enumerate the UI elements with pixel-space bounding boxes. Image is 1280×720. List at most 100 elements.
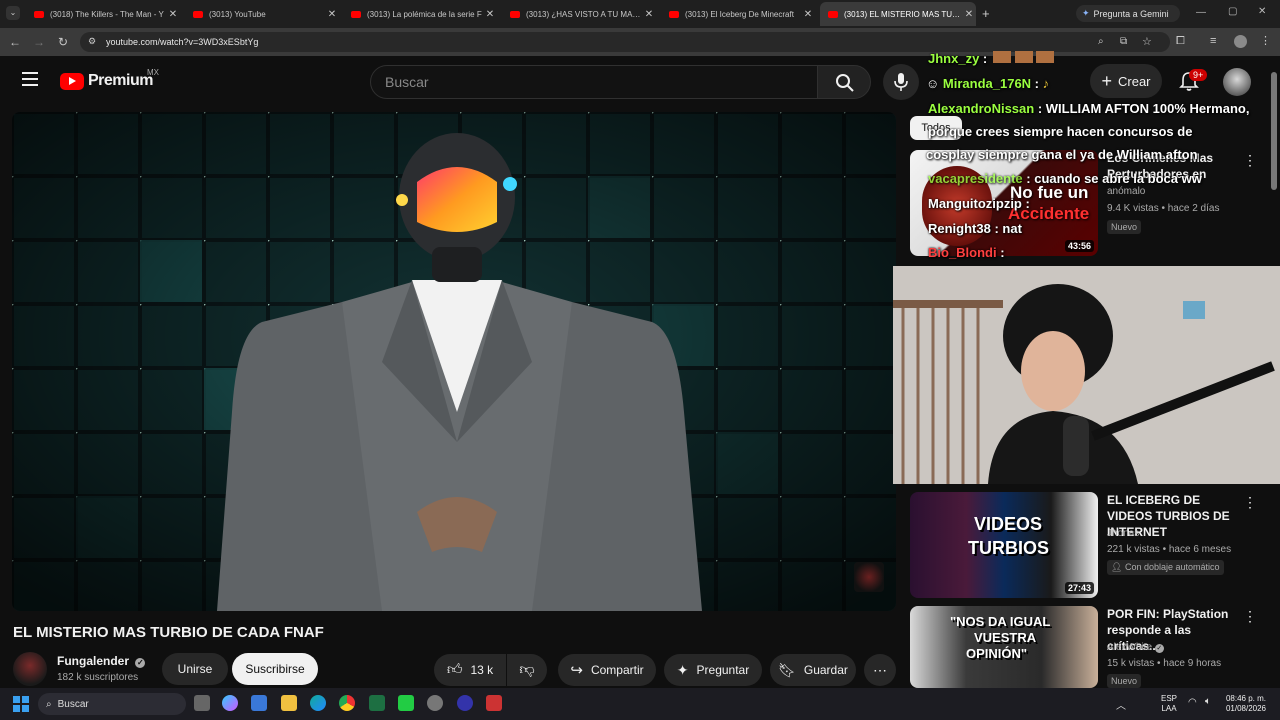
video-player[interactable] (12, 112, 896, 611)
tab-search-button[interactable]: ⌄ (6, 6, 20, 20)
video-duration: 43:56 (1064, 240, 1094, 252)
cast-icon[interactable]: ⧉ (1120, 36, 1127, 47)
channel-watermark[interactable] (854, 562, 884, 592)
extensions-icon[interactable]: ⧠ (1176, 35, 1185, 48)
close-window-button[interactable]: ✕ (1258, 6, 1270, 17)
browser-tab-strip: ⌄ (3018) The Killers - The Man - Y ✕ (301… (0, 0, 1280, 28)
browser-tab-active[interactable]: (3013) EL MISTERIO MAS TURB ✕ (820, 2, 976, 26)
thumbs-up-icon: 👍︎ (446, 661, 463, 678)
dislike-button[interactable]: 👎︎ (507, 654, 547, 686)
search-input[interactable]: Buscar (370, 65, 818, 99)
browser-tab[interactable]: (3013) La polémica de la serie F ✕ (343, 2, 497, 26)
close-tab-icon[interactable]: ✕ (962, 9, 976, 20)
back-icon[interactable]: ← (6, 33, 24, 51)
browser-menu-icon[interactable]: ⋮ (1260, 34, 1271, 47)
profile-avatar-icon[interactable] (1234, 35, 1247, 48)
store-icon[interactable] (251, 695, 267, 711)
share-button[interactable]: ↪ Compartir (558, 654, 656, 686)
youtube-logo[interactable]: Premium (60, 72, 153, 90)
close-tab-icon[interactable]: ✕ (642, 9, 656, 20)
task-view-icon[interactable] (194, 695, 210, 711)
app-icon[interactable] (486, 695, 502, 711)
maximize-window-button[interactable]: ▢ (1228, 6, 1240, 17)
region-label: MX (147, 68, 159, 77)
site-info-icon[interactable]: ⚙ (88, 36, 96, 47)
language-indicator[interactable]: ESP LAA (1158, 694, 1180, 714)
browser-tab[interactable]: (3013) ¿HAS VISTO A TU MASC ✕ (502, 2, 656, 26)
bookmark-icon: 🔖︎ (778, 661, 796, 678)
tray-chevron-icon[interactable]: ︿ (1116, 697, 1126, 712)
chrome-icon[interactable] (339, 695, 355, 711)
gemini-button[interactable]: ✦ Pregunta a Gemini (1076, 5, 1180, 22)
auto-dubbed-badge: 👤︎ Con doblaje automático (1107, 560, 1224, 575)
search-button[interactable] (817, 65, 871, 99)
close-tab-icon[interactable]: ✕ (801, 9, 815, 20)
thumbnail-text: OPINIÓN" (966, 646, 1028, 661)
app-icon[interactable] (427, 695, 443, 711)
microphone-icon (894, 73, 908, 91)
close-tab-icon[interactable]: ✕ (166, 9, 180, 20)
bookmark-star-icon[interactable]: ☆ (1142, 35, 1152, 48)
account-avatar[interactable] (1223, 68, 1251, 96)
badge-icon: ☺ (926, 76, 940, 91)
more-options-icon[interactable]: ⋮ (1243, 608, 1257, 625)
chat-message: Manguitozipzip : (928, 196, 1030, 211)
page-scrollbar[interactable] (1271, 72, 1277, 190)
more-actions-button[interactable]: ⋯ (864, 654, 896, 686)
voice-search-button[interactable] (883, 64, 919, 100)
forward-icon[interactable]: → (30, 33, 48, 51)
new-tab-button[interactable]: + (982, 6, 990, 21)
minimize-window-button[interactable]: — (1196, 7, 1208, 18)
recommendation-channel[interactable]: anómalo (1107, 184, 1145, 200)
chat-message: ☺ Miranda_176N : ♪ (926, 76, 1050, 91)
more-options-icon[interactable]: ⋮ (1243, 494, 1257, 511)
channel-name[interactable]: Fungalender ✓ (57, 654, 146, 668)
app-icon[interactable] (457, 695, 473, 711)
reload-icon[interactable]: ↻ (54, 33, 72, 51)
app-icon[interactable] (398, 695, 414, 711)
address-bar[interactable]: ⚙ youtube.com/watch?v=3WD3xESbtYg (80, 32, 1170, 52)
taskbar-search[interactable]: ⌕ Buscar (38, 693, 186, 715)
verified-check-icon: ✓ (1154, 644, 1164, 653)
excel-icon[interactable] (369, 695, 385, 711)
copilot-icon[interactable] (222, 695, 238, 711)
more-options-icon[interactable]: ⋮ (1243, 152, 1257, 169)
emote-icon: ♪ (1042, 76, 1050, 91)
channel-avatar[interactable] (13, 652, 47, 686)
chat-message: vacapresidente : cuando se abre la boca … (928, 171, 1202, 186)
save-button[interactable]: 🔖︎ Guardar (770, 654, 856, 686)
emote-icon (1036, 51, 1055, 63)
join-button[interactable]: Unirse (162, 653, 228, 685)
subscribe-button[interactable]: Suscribirse (232, 653, 318, 685)
new-badge: Nuevo (1107, 674, 1142, 688)
chat-message: AlexandroNissan : WILLIAM AFTON 100% Her… (928, 101, 1250, 116)
windows-start-icon[interactable] (13, 696, 29, 712)
chat-message: Bio_Blondi : (928, 245, 1005, 260)
close-tab-icon[interactable]: ✕ (325, 9, 339, 20)
thumbnail-text: VIDEOS (974, 514, 1043, 534)
file-explorer-icon[interactable] (281, 695, 297, 711)
hamburger-menu-icon[interactable] (22, 72, 38, 86)
edge-icon[interactable] (310, 695, 326, 711)
close-tab-icon[interactable]: ✕ (483, 9, 497, 20)
zoom-icon[interactable]: ⌕ (1098, 36, 1104, 47)
recommendation-channel[interactable]: AlexWhite ✓ (1107, 640, 1164, 656)
wifi-icon[interactable]: ◠ (1188, 697, 1197, 708)
browser-tab[interactable]: (3013) YouTube ✕ (185, 2, 339, 26)
recommendation-channel[interactable]: Jhonas (1107, 526, 1139, 542)
youtube-play-logo-icon (60, 72, 84, 90)
reading-list-icon[interactable]: ≡ (1210, 35, 1216, 47)
chat-message: porque crees siempre hacen concursos de (928, 124, 1193, 139)
create-button[interactable]: + Crear (1090, 64, 1162, 98)
volume-icon[interactable]: 🔈︎ (1205, 696, 1211, 707)
youtube-favicon-icon (34, 10, 44, 18)
clock[interactable]: 08:46 p. m. 01/08/2026 (1218, 694, 1274, 714)
recommendation-thumbnail[interactable]: VIDEOS TURBIOS 27:43 (910, 492, 1098, 598)
like-button[interactable]: 👍︎ 13 k (434, 654, 506, 686)
recommendation-thumbnail[interactable]: "NOS DA IGUAL VUESTRA OPINIÓN" (910, 606, 1098, 688)
video-title: EL MISTERIO MAS TURBIO DE CADA FNAF (13, 624, 324, 641)
ask-button[interactable]: ✦ Preguntar (664, 654, 762, 686)
browser-tab[interactable]: (3018) The Killers - The Man - Y ✕ (26, 2, 180, 26)
youtube-favicon-icon (828, 10, 838, 18)
browser-tab[interactable]: (3013) El Iceberg De Minecraft ✕ (661, 2, 815, 26)
